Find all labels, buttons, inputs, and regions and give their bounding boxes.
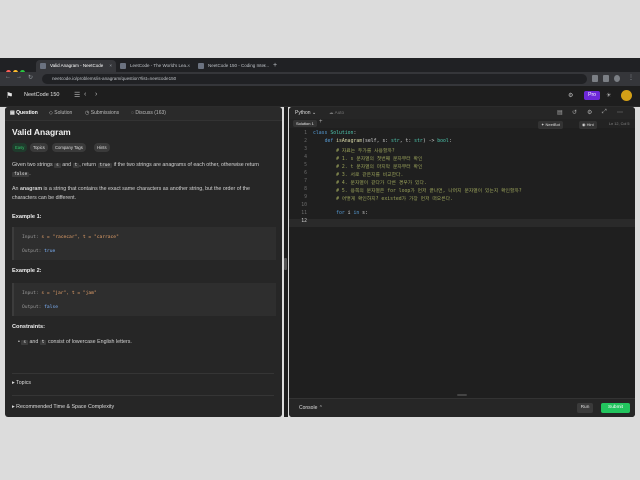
more-icon[interactable]: ⋯ bbox=[617, 109, 623, 116]
language-select[interactable]: Python ⌄ bbox=[295, 110, 316, 116]
browser-toolbar: ← → ↻ neetcode.io/problems/is-anagram/qu… bbox=[0, 72, 640, 86]
problem-list-name[interactable]: NeetCode 150 bbox=[24, 92, 59, 98]
browser-menu-icon[interactable]: ⋮ bbox=[628, 74, 634, 81]
profile-icon[interactable] bbox=[614, 75, 620, 82]
hint-button[interactable]: ◉ Hint bbox=[579, 121, 597, 129]
code-line: def isAnagram(self, s: str, t: str) -> b… bbox=[324, 139, 452, 144]
console-resize-handle[interactable] bbox=[457, 394, 467, 396]
constraints-title: Constraints: bbox=[12, 324, 45, 330]
example-2-box: Input: s = "jar", t = "jam" Output: fals… bbox=[12, 283, 276, 316]
topics-toggle[interactable]: ▸ Topics bbox=[12, 380, 31, 386]
neetcode-logo-icon[interactable]: ⚑ bbox=[6, 91, 13, 100]
editor-panel: Python ⌄ ☁ Auto ▤ ↺ ⚙ ⤢ ⋯ Solution 1 + ✦… bbox=[289, 107, 635, 417]
close-tab-icon[interactable]: × bbox=[109, 60, 112, 72]
new-tab-icon[interactable]: + bbox=[270, 60, 282, 72]
code-line: # 1. s 문자열의 첫번째 문자부터 확인 bbox=[313, 157, 423, 162]
example-1-output: true bbox=[44, 249, 56, 254]
forward-icon[interactable]: → bbox=[16, 74, 22, 80]
reset-icon[interactable]: ↺ bbox=[572, 109, 577, 116]
constraint-item: • s and t consist of lowercase English l… bbox=[18, 339, 132, 345]
back-icon[interactable]: ← bbox=[5, 74, 11, 80]
fullscreen-icon[interactable]: ⤢ bbox=[602, 109, 607, 116]
address-bar[interactable]: neetcode.io/problems/is-anagram/question… bbox=[42, 74, 587, 84]
example-2-input: s = "jar", t = "jam" bbox=[41, 291, 97, 296]
next-problem-icon[interactable]: › bbox=[95, 91, 97, 98]
neetcode-favicon-icon bbox=[40, 63, 46, 69]
example-1-box: Input: s = "racecar", t = "carrace" Outp… bbox=[12, 227, 276, 260]
divider bbox=[12, 373, 274, 374]
complexity-toggle[interactable]: ▸ Recommended Time & Space Complexity bbox=[12, 404, 114, 410]
divider bbox=[12, 395, 274, 396]
neetcode-favicon-icon bbox=[198, 63, 204, 69]
console-toggle[interactable]: Console ⌃ bbox=[299, 405, 323, 411]
code-line: for i in s: bbox=[336, 211, 368, 216]
extension-icon[interactable] bbox=[603, 75, 609, 82]
settings-icon[interactable]: ⚙ bbox=[568, 92, 573, 99]
list-menu-icon[interactable]: ☰ bbox=[74, 91, 80, 99]
browser-tab-leetcode[interactable]: LeetCode - The World's Lea... × bbox=[116, 60, 194, 72]
leetcode-favicon-icon bbox=[120, 63, 126, 69]
code-line: # 4. 문자열이 같다가 다른 경우가 있다. bbox=[313, 181, 427, 186]
theme-icon[interactable]: ☀ bbox=[606, 92, 611, 99]
tab-solution-1[interactable]: Solution 1 bbox=[293, 120, 317, 127]
code-line: # 2. t 문자열의 마지막 문자부터 확인 bbox=[313, 165, 423, 170]
example-1-title: Example 1: bbox=[12, 214, 42, 220]
code-line: # 5. 용쪽의 문자열은 for loop가 먼저 끝나면, 나머지 문자열이… bbox=[313, 189, 522, 194]
previous-problem-icon[interactable]: ‹ bbox=[84, 91, 86, 98]
submit-button[interactable]: Submit bbox=[601, 403, 630, 413]
autosave-indicator: ☁ Auto bbox=[329, 110, 345, 115]
reload-icon[interactable]: ↻ bbox=[28, 74, 33, 81]
example-2-output: false bbox=[44, 305, 58, 310]
pro-badge[interactable]: Pro bbox=[584, 91, 600, 100]
add-solution-icon[interactable]: + bbox=[319, 119, 323, 125]
resize-handle[interactable] bbox=[284, 258, 287, 270]
close-tab-icon[interactable]: × bbox=[187, 60, 190, 72]
editor-header: Python ⌄ ☁ Auto ▤ ↺ ⚙ ⤢ ⋯ bbox=[289, 107, 635, 119]
code-line: # 자료는 두가를 사용할까? bbox=[313, 149, 395, 154]
code-line: class Solution: bbox=[313, 131, 357, 136]
console-bar: Console ⌃ Run Submit bbox=[289, 398, 635, 417]
browser-tab-neetcode150[interactable]: NeetCode 150 - Coding Inter... × bbox=[194, 60, 270, 72]
question-panel: ▤ Question ◇ Solution ◷ Submissions ◌ Di… bbox=[5, 107, 282, 417]
browser-tab-bar: Valid Anagram - NeetCode × LeetCode - Th… bbox=[0, 58, 640, 75]
run-button[interactable]: Run bbox=[577, 403, 593, 413]
example-2-title: Example 2: bbox=[12, 268, 42, 274]
app-header: ⚑ NeetCode 150 ☰ ‹ › ⚙ Pro ☀ bbox=[0, 86, 640, 107]
format-icon[interactable]: ▤ bbox=[557, 109, 563, 116]
extension-icon[interactable] bbox=[592, 75, 598, 82]
example-1-input: s = "racecar", t = "carrace" bbox=[41, 235, 119, 240]
browser-tab-valid-anagram[interactable]: Valid Anagram - NeetCode × bbox=[36, 60, 116, 72]
avatar[interactable] bbox=[621, 90, 632, 101]
neetbot-button[interactable]: ✦ NeetBot bbox=[538, 121, 563, 129]
editor-settings-icon[interactable]: ⚙ bbox=[587, 109, 592, 116]
close-tab-icon[interactable]: × bbox=[263, 60, 266, 72]
code-line: # 어떻게 확인하지? existed가 가장 먼저 떠오른다. bbox=[313, 197, 453, 202]
cursor-position: Ln 12, Col 5 bbox=[609, 122, 630, 126]
code-line: # 3. 서로 같은지를 비교한다. bbox=[313, 173, 404, 178]
